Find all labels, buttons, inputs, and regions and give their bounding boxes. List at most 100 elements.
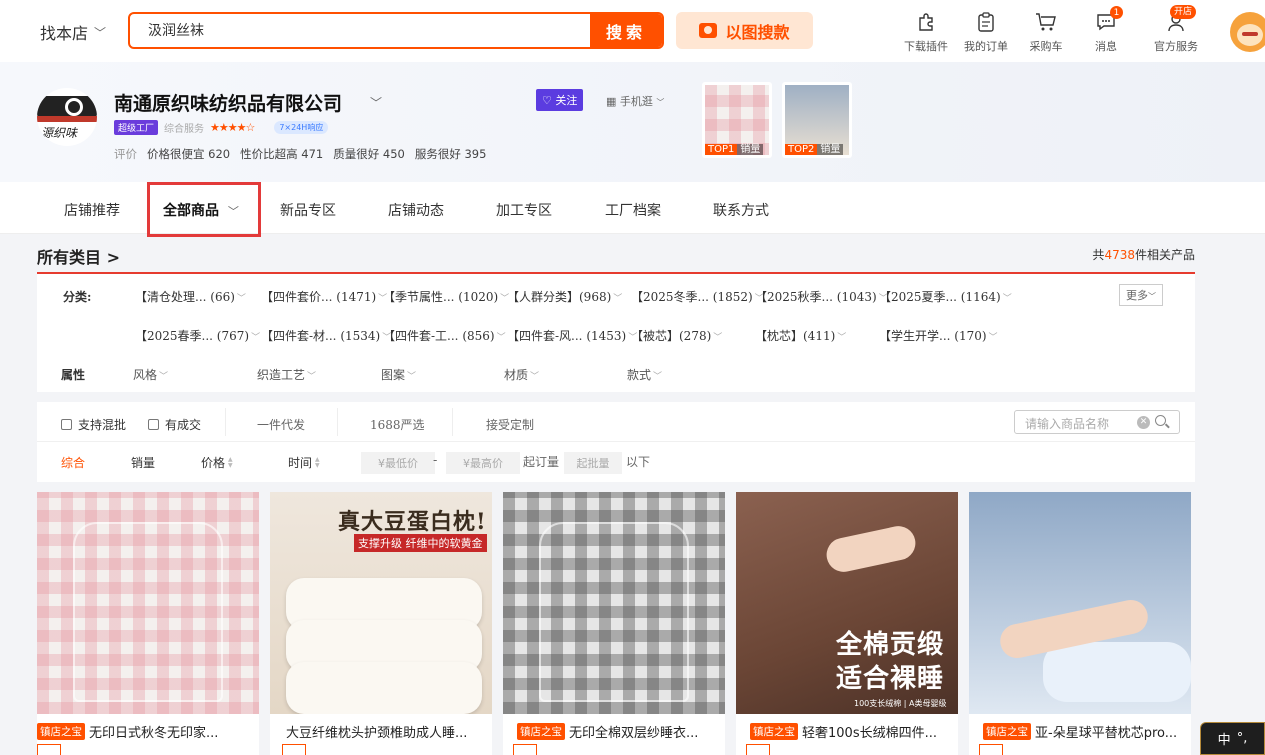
pillow-shape [286,662,482,714]
shop-logo[interactable]: 源织味 [37,88,97,146]
avatar[interactable] [1230,12,1265,52]
product-sub-tag [37,744,61,755]
product-title[interactable]: 镇店之宝 无印全棉双层纱睡衣... [503,722,725,741]
response-badge: 7×24H响应 [274,121,329,134]
rating-item: 价格很便宜 620 [147,147,231,161]
nav-cart[interactable]: 采购车 [1016,10,1076,54]
attribute-filter[interactable]: 风格 ﹀ [133,366,168,383]
below-label: 以下 [626,455,651,469]
super-factory-badge: 超级工厂 [114,120,159,135]
category-item[interactable]: 【季节属性... (1020) ﹀ [383,288,509,305]
top-product-card[interactable]: TOP2 销量 [782,82,852,158]
category-item[interactable]: 【人群分类】(968) ﹀ [507,288,622,305]
divider [452,408,453,436]
category-item[interactable]: 【清仓处理... (66) ﹀ [135,288,246,305]
pillow-shape [1043,642,1191,702]
nav-my-orders[interactable]: 我的订单 [956,10,1016,54]
chevron-down-icon: ﹀ [370,96,383,110]
shop-header: 源织味 南通原织味纺织品有限公司 ﹀ 超级工厂 综合服务 ★★★★☆ 7×24H… [0,62,1265,182]
image-overlay-line2: 适合裸睡 [836,664,945,694]
tab-shop-news[interactable]: 店铺动态 [388,200,444,220]
attribute-label: 属性 [61,368,86,382]
nav-download-plugin[interactable]: 下载插件 [896,10,956,54]
product-sub-tag [282,744,306,755]
product-grid: 镇店之宝 无印日式秋冬无印家... 真大豆蛋白枕! 支撑升级 纤维中的软黄金 大豆… [37,492,1195,755]
option-dropship[interactable]: 一件代发 [257,416,305,433]
find-shop-dropdown[interactable]: 找本店 ﹀ [40,20,106,44]
category-item[interactable]: 【四件套价... (1471) ﹀ [261,288,387,305]
nav-messages[interactable]: 1 消息 [1076,6,1136,54]
tab-contact[interactable]: 联系方式 [713,200,769,220]
sort-time[interactable]: 时间 ▲ ▼ [288,454,320,471]
product-sub-tag [513,744,537,755]
open-shop-badge: 开店 [1170,5,1197,19]
category-item[interactable]: 【2025夏季... (1164) ﹀ [879,288,1012,305]
category-item[interactable]: 【2025秋季... (1043) ﹀ [755,288,888,305]
min-price-input[interactable]: ¥最低价 [361,452,435,474]
rating-item: 服务很好 395 [414,147,487,161]
sort-comprehensive[interactable]: 综合 [61,454,85,471]
shop-badges: 超级工厂 综合服务 ★★★★☆ 7×24H响应 [114,120,329,135]
attribute-filter[interactable]: 材质 ﹀ [504,366,539,383]
attribute-filter[interactable]: 织造工艺 ﹀ [257,366,316,383]
sort-sales[interactable]: 销量 [131,454,155,471]
product-sub-tag [979,744,1003,755]
rating-item: 性价比超高 471 [240,147,324,161]
product-card[interactable]: 镇店之宝 亚-朵星球平替枕芯pro... [969,492,1191,755]
more-categories-button[interactable]: 更多﹀ [1119,284,1163,306]
image-search-button[interactable]: 以图搜款 [676,12,813,49]
max-price-input[interactable]: ¥最高价 [446,452,520,474]
product-title[interactable]: 镇店之宝 轻奢100s长绒棉四件... [736,722,958,741]
search-input[interactable] [148,14,588,47]
attribute-filter[interactable]: 图案 ﹀ [381,366,416,383]
image-search-label: 以图搜款 [725,22,790,42]
clear-icon[interactable]: ✕ [1137,416,1150,429]
category-item[interactable]: 【2025春季... (767) ﹀ [135,327,260,344]
has-deal-checkbox[interactable]: 有成交 [148,416,201,433]
category-item[interactable]: 【2025冬季... (1852) ﹀ [631,288,764,305]
mixed-batch-checkbox[interactable]: 支持混批 [61,416,126,433]
tab-factory-profile[interactable]: 工厂档案 [605,200,661,220]
top-product-card[interactable]: TOP1 销量 [702,82,772,158]
ratings-prefix: 评价 [114,147,137,161]
product-title[interactable]: 大豆纤维枕头护颈椎助成人睡... [270,722,492,741]
nav-label: 采购车 [1029,40,1063,53]
shop-tab-bar: 店铺推荐 全部商品 ﹀ 新品专区 店铺动态 加工专区 工厂档案 联系方式 [0,182,1265,237]
category-item[interactable]: 【四件套-风... (1453) ﹀ [507,327,637,344]
nav-official-service[interactable]: 开店 官方服务 [1136,5,1216,54]
tab-shop-recommend[interactable]: 店铺推荐 [64,200,120,220]
shop-ratings: 评价 价格很便宜 620 性价比超高 471 质量很好 450 服务很好 395 [114,146,486,162]
option-1688-select[interactable]: 1688严选 [370,416,425,433]
all-categories-title[interactable]: 所有类目 > [37,244,120,268]
filter-panel: 分类: 【清仓处理... (66) ﹀ 【四件套价... (1471) ﹀ 【季节属… [37,274,1195,392]
input-method-widget[interactable]: 中 °, [1200,722,1265,755]
category-item[interactable]: 【四件套-材... (1534) ﹀ [261,327,391,344]
sort-price[interactable]: 价格 ▲ ▼ [201,454,233,471]
search-icon[interactable] [1155,415,1166,426]
tab-processing[interactable]: 加工专区 [496,200,552,220]
category-item[interactable]: 【四件套-工... (856) ﹀ [383,327,506,344]
shop-name-dropdown[interactable]: 南通原织味纺织品有限公司 ﹀ [114,89,382,116]
order-icon [974,10,998,34]
search-button[interactable]: 搜索 [590,14,662,47]
product-card[interactable]: 真大豆蛋白枕! 支撑升级 纤维中的软黄金 大豆纤维枕头护颈椎助成人睡... [270,492,492,755]
sort-arrows-icon: ▲ ▼ [315,455,320,469]
product-title[interactable]: 镇店之宝 亚-朵星球平替枕芯pro... [969,722,1191,741]
mobile-browse-link[interactable]: ▦ 手机逛 ﹀ [606,93,664,109]
product-card[interactable]: 镇店之宝 无印日式秋冬无印家... [37,492,259,755]
category-item[interactable]: 【被芯】(278) ﹀ [631,327,722,344]
product-card[interactable]: 全棉贡缎 适合裸睡 100支长绒棉 | A类母婴级 镇店之宝 轻奢100s长绒棉四… [736,492,958,755]
tab-highlight-box [147,182,261,237]
category-item[interactable]: 【学生开学... (170) ﹀ [879,327,998,344]
attribute-filter[interactable]: 款式 ﹀ [627,366,662,383]
option-customize[interactable]: 接受定制 [486,416,534,433]
moq-input[interactable]: 起批量 [564,452,622,474]
category-item[interactable]: 【枕芯】(411) ﹀ [755,327,846,344]
nav-label: 消息 [1095,40,1117,53]
product-card[interactable]: 镇店之宝 无印全棉双层纱睡衣... [503,492,725,755]
follow-button[interactable]: ♡ 关注 [536,89,584,111]
product-search-box[interactable]: 请输入商品名称 ✕ [1014,410,1180,434]
product-search-input[interactable]: 请输入商品名称 [1025,415,1109,432]
product-title[interactable]: 镇店之宝 无印日式秋冬无印家... [37,722,259,741]
tab-new-products[interactable]: 新品专区 [280,200,336,220]
